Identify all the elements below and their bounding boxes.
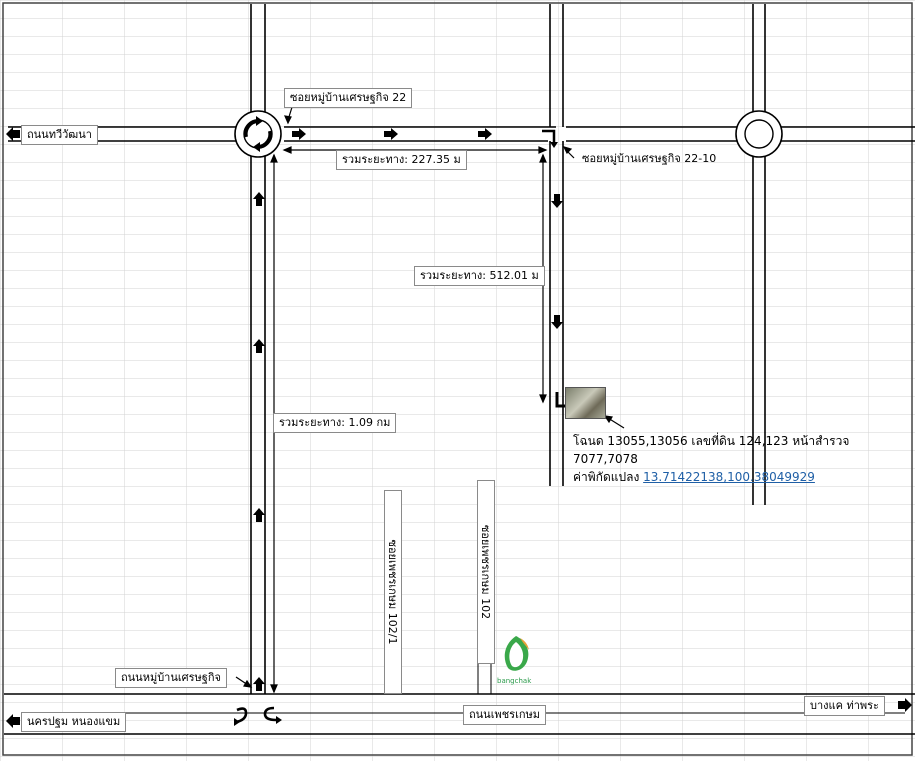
road-label-phet-kasem: ถนนเพชรเกษม [463, 705, 547, 725]
road-label-soi-22: ซอยหมู่บ้านเศรษฐกิจ 22 [284, 88, 413, 108]
road-label-soi-102-1: ซอยเพชรเกษม 102/1 [384, 490, 402, 694]
property-coords-link[interactable]: 13.71422138,100.38049929 [643, 470, 815, 484]
road-label-nakhon-pathom: นครปฐม หนองแขม [21, 712, 127, 732]
road-label-soi-22-10: ซอยหมู่บ้านเศรษฐกิจ 22-10 [582, 152, 717, 165]
property-coords-prefix: ค่าพิกัดแปลง [573, 470, 640, 484]
road-label-soi-102: ซอยเพชรเกษม 102 [477, 480, 495, 664]
property-coords-row: ค่าพิกัดแปลง 13.71422138,100.38049929 [573, 468, 915, 486]
bangchak-text: bangchak [497, 677, 532, 685]
road-label-thawi-watthana: ถนนทวีวัฒนา [21, 125, 98, 145]
distance-label-1: รวมระยะทาง: 227.35 ม [336, 150, 467, 170]
property-photo [565, 387, 606, 419]
roundabout-right [735, 110, 783, 158]
soi-102-1-text: ซอยเพชรเกษม 102/1 [386, 539, 399, 645]
road-label-village: ถนนหมู่บ้านเศรษฐกิจ [115, 668, 227, 688]
roundabout-left [234, 110, 282, 158]
bangchak-logo [504, 636, 529, 671]
distance-label-2: รวมระยะทาง: 512.01 ม [414, 266, 545, 286]
route-map [0, 0, 915, 761]
road-label-bang-khae: บางแค ท่าพระ [804, 696, 885, 716]
soi-102-text: ซอยเพชรเกษม 102 [479, 524, 492, 620]
map-background [0, 0, 915, 761]
distance-label-3: รวมระยะทาง: 1.09 กม [273, 413, 397, 433]
property-note: โฉนด 13055,13056 เลขที่ดิน 124,123 หน้าส… [573, 432, 915, 486]
property-deed-info: โฉนด 13055,13056 เลขที่ดิน 124,123 หน้าส… [573, 434, 850, 466]
